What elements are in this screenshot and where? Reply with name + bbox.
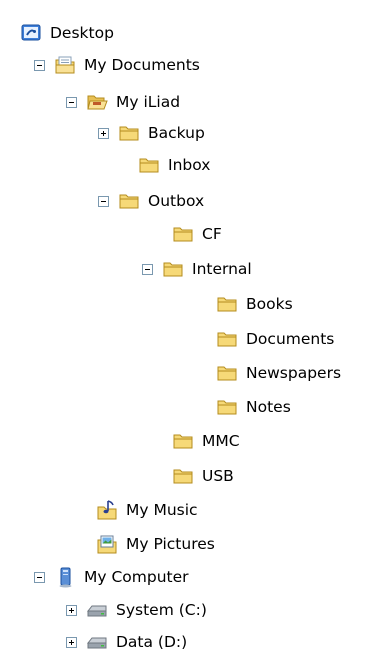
- tree-item-desktop[interactable]: Desktop: [20, 17, 114, 49]
- tree-item-inbox[interactable]: Inbox: [138, 149, 210, 181]
- tree-item-backup[interactable]: Backup: [98, 117, 205, 149]
- tree-item-label: My Documents: [84, 56, 200, 74]
- folder-icon: [173, 469, 193, 484]
- folder-tree: Desktop My Documents My iLiad Backup Inb…: [0, 0, 384, 655]
- tree-item-my-music[interactable]: My Music: [96, 494, 198, 526]
- tree-item-label: Books: [246, 295, 293, 313]
- tree-item-label: MMC: [202, 432, 240, 450]
- tree-item-label: CF: [202, 225, 222, 243]
- tree-item-label: Outbox: [148, 192, 205, 210]
- collapse-toggle[interactable]: [34, 59, 45, 71]
- collapse-toggle[interactable]: [34, 571, 45, 583]
- tree-item-label: My Computer: [84, 568, 189, 586]
- tree-item-system-c[interactable]: System (C:): [66, 594, 207, 626]
- collapse-toggle[interactable]: [98, 195, 109, 207]
- expand-toggle[interactable]: [66, 604, 77, 616]
- tree-item-label: USB: [202, 467, 234, 485]
- tree-item-documents[interactable]: Documents: [216, 323, 334, 355]
- tree-item-data-d[interactable]: Data (D:): [66, 626, 187, 658]
- tree-item-label: Data (D:): [116, 633, 188, 651]
- tree-item-outbox[interactable]: Outbox: [98, 185, 204, 217]
- folder-icon: [119, 126, 139, 141]
- tree-item-label: Inbox: [168, 156, 211, 174]
- computer-icon: [59, 567, 72, 588]
- tree-item-my-documents[interactable]: My Documents: [34, 49, 200, 81]
- drive-icon: [86, 637, 107, 649]
- tree-item-label: Desktop: [50, 24, 114, 42]
- tree-item-mmc[interactable]: MMC: [172, 425, 240, 457]
- collapse-toggle[interactable]: [142, 263, 153, 275]
- tree-item-label: Notes: [246, 398, 291, 416]
- tree-item-label: Documents: [246, 330, 335, 348]
- documents-folder-icon: [55, 56, 75, 74]
- folder-icon: [217, 366, 237, 381]
- open-folder-icon: [87, 95, 108, 110]
- expand-toggle[interactable]: [66, 636, 77, 648]
- expand-toggle[interactable]: [98, 127, 109, 139]
- folder-icon: [217, 400, 237, 415]
- folder-icon: [217, 297, 237, 312]
- tree-item-usb[interactable]: USB: [172, 460, 234, 492]
- tree-item-label: My Pictures: [126, 535, 215, 553]
- tree-item-notes[interactable]: Notes: [216, 391, 291, 423]
- tree-item-my-iliad[interactable]: My iLiad: [66, 86, 180, 118]
- tree-item-my-computer[interactable]: My Computer: [34, 561, 189, 593]
- collapse-toggle[interactable]: [66, 96, 77, 108]
- folder-icon: [173, 434, 193, 449]
- music-folder-icon: [97, 500, 117, 520]
- drive-icon: [86, 605, 107, 617]
- tree-item-label: Newspapers: [246, 364, 342, 382]
- folder-icon: [139, 158, 159, 173]
- tree-item-label: System (C:): [116, 601, 207, 619]
- folder-icon: [173, 227, 193, 242]
- tree-item-books[interactable]: Books: [216, 288, 293, 320]
- folder-icon: [163, 262, 183, 277]
- desktop-icon: [21, 24, 41, 41]
- tree-item-internal[interactable]: Internal: [142, 253, 252, 285]
- tree-item-label: My iLiad: [116, 93, 181, 111]
- pictures-folder-icon: [97, 535, 117, 554]
- tree-item-newspapers[interactable]: Newspapers: [216, 357, 341, 389]
- tree-item-cf[interactable]: CF: [172, 218, 222, 250]
- tree-item-my-pictures[interactable]: My Pictures: [96, 528, 215, 560]
- tree-item-label: Internal: [192, 260, 252, 278]
- tree-item-label: My Music: [126, 501, 198, 519]
- tree-item-label: Backup: [148, 124, 205, 142]
- folder-icon: [119, 194, 139, 209]
- folder-icon: [217, 332, 237, 347]
